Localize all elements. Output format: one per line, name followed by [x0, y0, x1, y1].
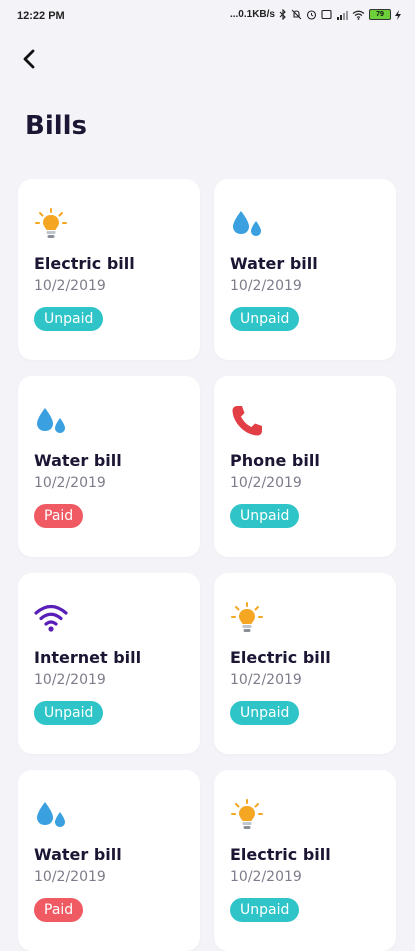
cell-signal-icon	[337, 10, 348, 20]
bill-date: 10/2/2019	[230, 869, 302, 885]
water-drops-icon	[34, 798, 68, 832]
lightbulb-icon	[230, 601, 264, 635]
bill-card[interactable]: Electric bill 10/2/2019 Unpaid	[214, 770, 396, 951]
signal-box-icon	[321, 9, 332, 20]
battery-icon: 79	[369, 9, 391, 20]
water-drops-icon	[230, 207, 264, 241]
water-drops-icon	[34, 404, 68, 438]
bill-name: Electric bill	[230, 845, 331, 864]
phone-icon	[230, 404, 264, 438]
lightbulb-icon	[34, 207, 68, 241]
bill-name: Internet bill	[34, 648, 142, 667]
bill-card[interactable]: Electric bill 10/2/2019 Unpaid	[18, 179, 200, 360]
bill-date: 10/2/2019	[34, 672, 106, 688]
network-speed: ...0.1KB/s	[229, 9, 275, 20]
back-button[interactable]	[16, 46, 42, 72]
status-badge: Paid	[34, 898, 84, 922]
status-badge: Unpaid	[230, 898, 300, 922]
bluetooth-icon	[279, 9, 286, 20]
alarm-icon	[306, 10, 317, 20]
bill-card[interactable]: Electric bill 10/2/2019 Unpaid	[214, 573, 396, 754]
status-icons: ...0.1KB/s 79	[230, 9, 401, 20]
bill-card[interactable]: Water bill 10/2/2019 Paid	[18, 770, 200, 951]
bill-card[interactable]: Internet bill 10/2/2019 Unpaid	[18, 573, 200, 754]
status-badge: Unpaid	[230, 504, 300, 528]
bill-card[interactable]: Water bill 10/2/2019 Unpaid	[214, 179, 396, 360]
bill-name: Water bill	[230, 254, 318, 273]
bill-name: Water bill	[34, 451, 122, 470]
wifi-status-icon	[352, 10, 365, 20]
status-badge: Unpaid	[34, 307, 104, 331]
wifi-icon	[34, 601, 68, 635]
bill-card[interactable]: Phone bill 10/2/2019 Unpaid	[214, 376, 396, 557]
status-badge: Unpaid	[34, 701, 104, 725]
bill-date: 10/2/2019	[34, 278, 106, 294]
bill-name: Electric bill	[230, 648, 331, 667]
charging-icon	[395, 9, 401, 20]
page-title: Bills	[25, 111, 88, 141]
bill-date: 10/2/2019	[230, 475, 302, 491]
bill-date: 10/2/2019	[230, 278, 302, 294]
bill-date: 10/2/2019	[34, 475, 106, 491]
bill-name: Electric bill	[34, 254, 135, 273]
lightbulb-icon	[230, 798, 264, 832]
mute-icon	[291, 9, 302, 20]
bill-name: Water bill	[34, 845, 122, 864]
bill-date: 10/2/2019	[34, 869, 106, 885]
status-badge: Unpaid	[230, 701, 300, 725]
bill-card[interactable]: Water bill 10/2/2019 Paid	[18, 376, 200, 557]
bill-date: 10/2/2019	[230, 672, 302, 688]
status-bar: 12:22 PM ...0.1KB/s 79	[0, 0, 415, 32]
status-time: 12:22 PM	[17, 10, 65, 22]
status-badge: Paid	[34, 504, 84, 528]
status-badge: Unpaid	[230, 307, 300, 331]
back-arrow-icon	[23, 49, 35, 69]
bill-name: Phone bill	[230, 451, 320, 470]
